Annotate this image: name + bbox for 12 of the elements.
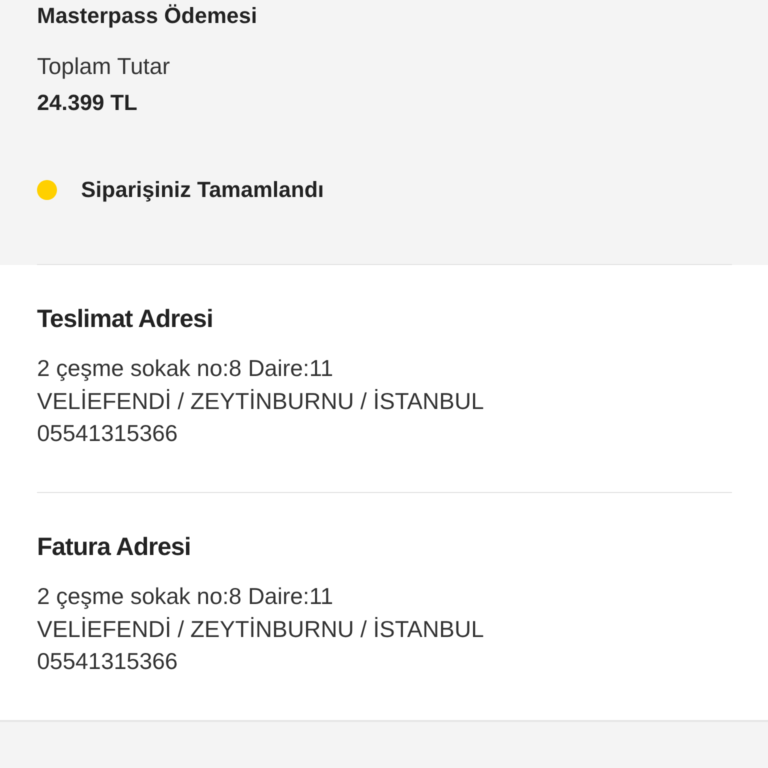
address-line: 2 çeşme sokak no:8 Daire:11: [37, 582, 334, 611]
address-line: 05541315366: [37, 647, 179, 676]
address-line: 05541315366: [37, 419, 179, 448]
address-line: VELİEFENDİ / ZEYTİNBURNU / İSTANBUL: [37, 614, 485, 644]
address-heading: Teslimat Adresi: [37, 305, 214, 334]
address-line: 2 çeşme sokak no:8 Daire:11: [37, 354, 334, 383]
address-heading: Fatura Adresi: [37, 533, 192, 562]
order-status: Siparişiniz Tamamlandı: [81, 177, 324, 203]
total-amount: 24.399 TL: [37, 90, 138, 116]
total-label: Toplam Tutar: [37, 53, 171, 80]
payment-method-title: Masterpass Ödemesi: [37, 3, 258, 29]
address-line: VELİEFENDİ / ZEYTİNBURNU / İSTANBUL: [37, 386, 485, 416]
